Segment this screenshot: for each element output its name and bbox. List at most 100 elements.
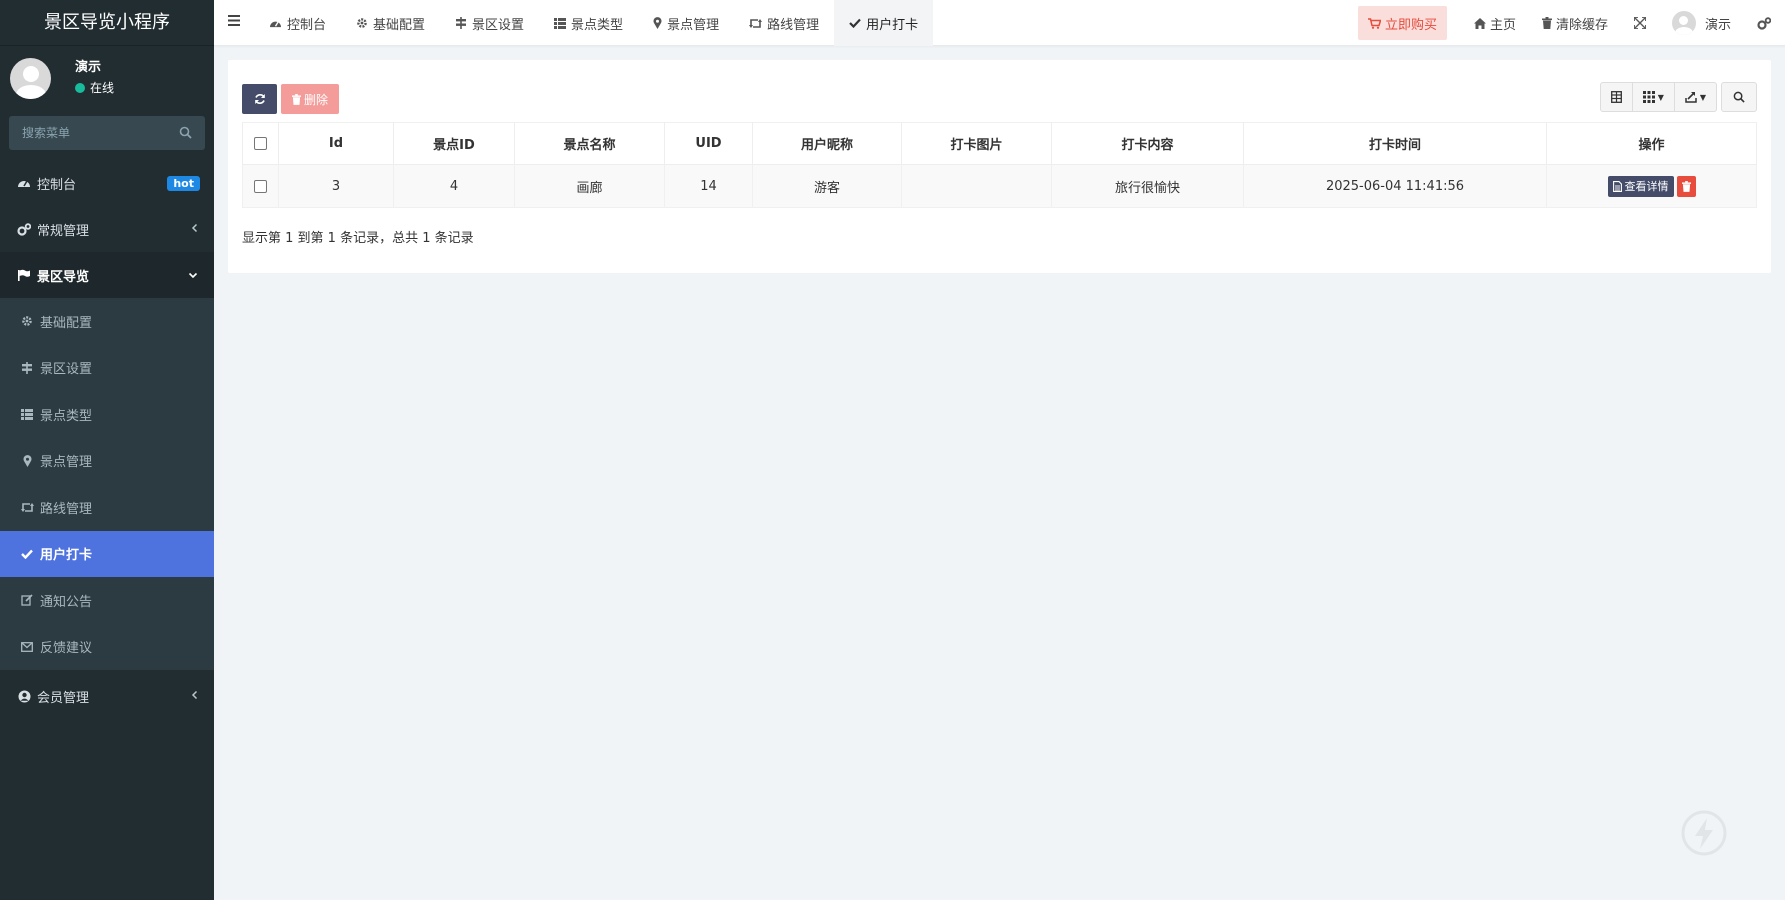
topbar-actions: 立即购买 主页 清除缓存 演示 [1357,0,1785,46]
sidebar-item-feedback[interactable]: 反馈建议 [0,624,214,671]
columns-button[interactable]: ▼ [1633,83,1675,111]
map-marker-icon [20,454,34,467]
fullscreen-icon [1633,17,1646,29]
dashboard-icon [17,177,31,189]
home-link[interactable]: 主页 [1461,0,1529,46]
trash-icon [1541,17,1552,29]
sidebar-item-scenic-settings[interactable]: 景区设置 [0,345,214,392]
refresh-icon [254,93,266,105]
select-all-checkbox[interactable] [254,137,267,150]
sidebar: 景区导览小程序 演示 在线 控制台 hot 常规管理 [0,0,214,900]
sidebar-item-label: 基础配置 [40,315,93,331]
sidebar-item-spot-types[interactable]: 景点类型 [0,391,214,438]
search-toggle-button[interactable] [1721,82,1757,112]
settings-button[interactable] [1744,0,1785,46]
sidebar-item-label: 常规管理 [37,223,90,239]
cell-spot-id: 4 [393,164,515,208]
flag-icon [17,269,31,281]
content-panel: 删除 ▼ ▼ Id 景点ID 景点名称 UID 用户昵称 打卡图片 打卡内容 打… [228,60,1771,273]
list-icon [554,17,567,29]
export-button[interactable]: ▼ [1675,83,1716,111]
tab-spot-management[interactable]: 景点管理 [638,0,734,46]
gear-icon [356,17,368,29]
buy-now-button[interactable]: 立即购买 [1357,6,1447,40]
tab-scenic-settings[interactable]: 景区设置 [440,0,539,46]
sidebar-item-label: 景点管理 [40,455,93,471]
user-menu[interactable]: 演示 [1659,0,1744,46]
signpost-icon [20,361,34,374]
fullscreen-button[interactable] [1621,0,1659,46]
sidebar-item-general[interactable]: 常规管理 [0,206,214,252]
th-grid-icon [1642,91,1655,103]
user-circle-icon [17,690,31,703]
sidebar-item-basic-config[interactable]: 基础配置 [0,298,214,345]
cogs-icon [1757,16,1771,30]
brand-title[interactable]: 景区导览小程序 [0,0,214,46]
col-header[interactable]: 景点名称 [514,122,665,165]
cell-time: 2025-06-04 11:41:56 [1243,164,1547,208]
col-header[interactable]: 打卡图片 [901,122,1052,165]
sidebar-item-dashboard[interactable]: 控制台 hot [0,160,214,206]
tab-dashboard[interactable]: 控制台 [254,0,341,46]
toggle-view-button[interactable] [1601,83,1633,111]
cell-actions: 查看详情 [1546,164,1757,208]
sidebar-item-label: 通知公告 [40,594,93,610]
menu-search-input[interactable] [9,116,205,150]
menu-toggle-icon[interactable] [228,15,240,30]
table-tools: ▼ ▼ [1599,82,1757,112]
col-header[interactable]: UID [664,122,753,165]
tab-route-management[interactable]: 路线管理 [734,0,834,46]
refresh-button[interactable] [242,84,277,114]
sidebar-item-member[interactable]: 会员管理 [0,670,214,722]
home-label: 主页 [1489,17,1516,33]
file-text-icon [1612,180,1622,192]
row-checkbox[interactable] [254,179,267,193]
row-select-cell [242,164,279,208]
trash-icon [292,93,301,105]
sidebar-item-label: 景区导览 [37,269,90,285]
user-status: 在线 [75,78,114,98]
table-header-row: Id 景点ID 景点名称 UID 用户昵称 打卡图片 打卡内容 打卡时间 操作 [242,122,1757,165]
chevron-down-icon [188,268,198,282]
select-all-cell [242,122,279,165]
tab-user-checkin[interactable]: 用户打卡 [834,0,934,46]
dashboard-icon [269,18,282,29]
pagination-info: 显示第 1 到第 1 条记录，总共 1 条记录 [242,231,474,246]
col-header[interactable]: 打卡内容 [1051,122,1244,165]
search-icon[interactable] [179,126,192,143]
delete-button[interactable]: 删除 [281,84,340,114]
sidebar-item-notice[interactable]: 通知公告 [0,577,214,624]
delete-row-button[interactable] [1676,175,1696,197]
table-row: 3 4 画廊 14 游客 旅行很愉快 2025-06-04 11:41:56 查… [242,164,1757,208]
online-dot-icon [75,83,85,93]
sidebar-item-scenic-guide[interactable]: 景区导览 [0,252,214,298]
tab-label: 路线管理 [767,17,820,33]
table-tools-group: ▼ ▼ [1599,82,1717,112]
table-toolbar: 删除 [242,84,340,114]
user-name: 演示 [75,60,102,75]
clear-cache-button[interactable]: 清除缓存 [1529,0,1621,46]
chevron-left-icon [191,222,198,236]
tab-spot-types[interactable]: 景点类型 [539,0,638,46]
col-header[interactable]: 景点ID [393,122,515,165]
export-icon [1685,91,1697,103]
sidebar-menu: 控制台 hot 常规管理 景区导览 基础配置 景区设置 景点类型 景点管理 路线… [0,160,214,722]
sidebar-item-route-management[interactable]: 路线管理 [0,484,214,531]
fastadmin-watermark [1681,810,1727,856]
sidebar-item-label: 路线管理 [40,501,93,517]
cell-spot-name: 画廊 [514,164,665,208]
sidebar-item-spot-management[interactable]: 景点管理 [0,438,214,485]
edit-icon [20,594,34,606]
bolt-logo-icon [1681,810,1727,856]
map-marker-icon [653,17,662,29]
tab-basic-config[interactable]: 基础配置 [341,0,440,46]
view-detail-button[interactable]: 查看详情 [1607,175,1674,197]
sidebar-item-user-checkin[interactable]: 用户打卡 [0,530,214,577]
avatar [1671,11,1696,35]
col-header: 操作 [1546,122,1757,165]
sidebar-item-label: 景点类型 [40,408,93,424]
cart-icon [1367,17,1381,29]
col-header[interactable]: 用户昵称 [752,122,902,165]
col-header[interactable]: 打卡时间 [1243,122,1547,165]
col-header[interactable]: Id [278,122,394,165]
